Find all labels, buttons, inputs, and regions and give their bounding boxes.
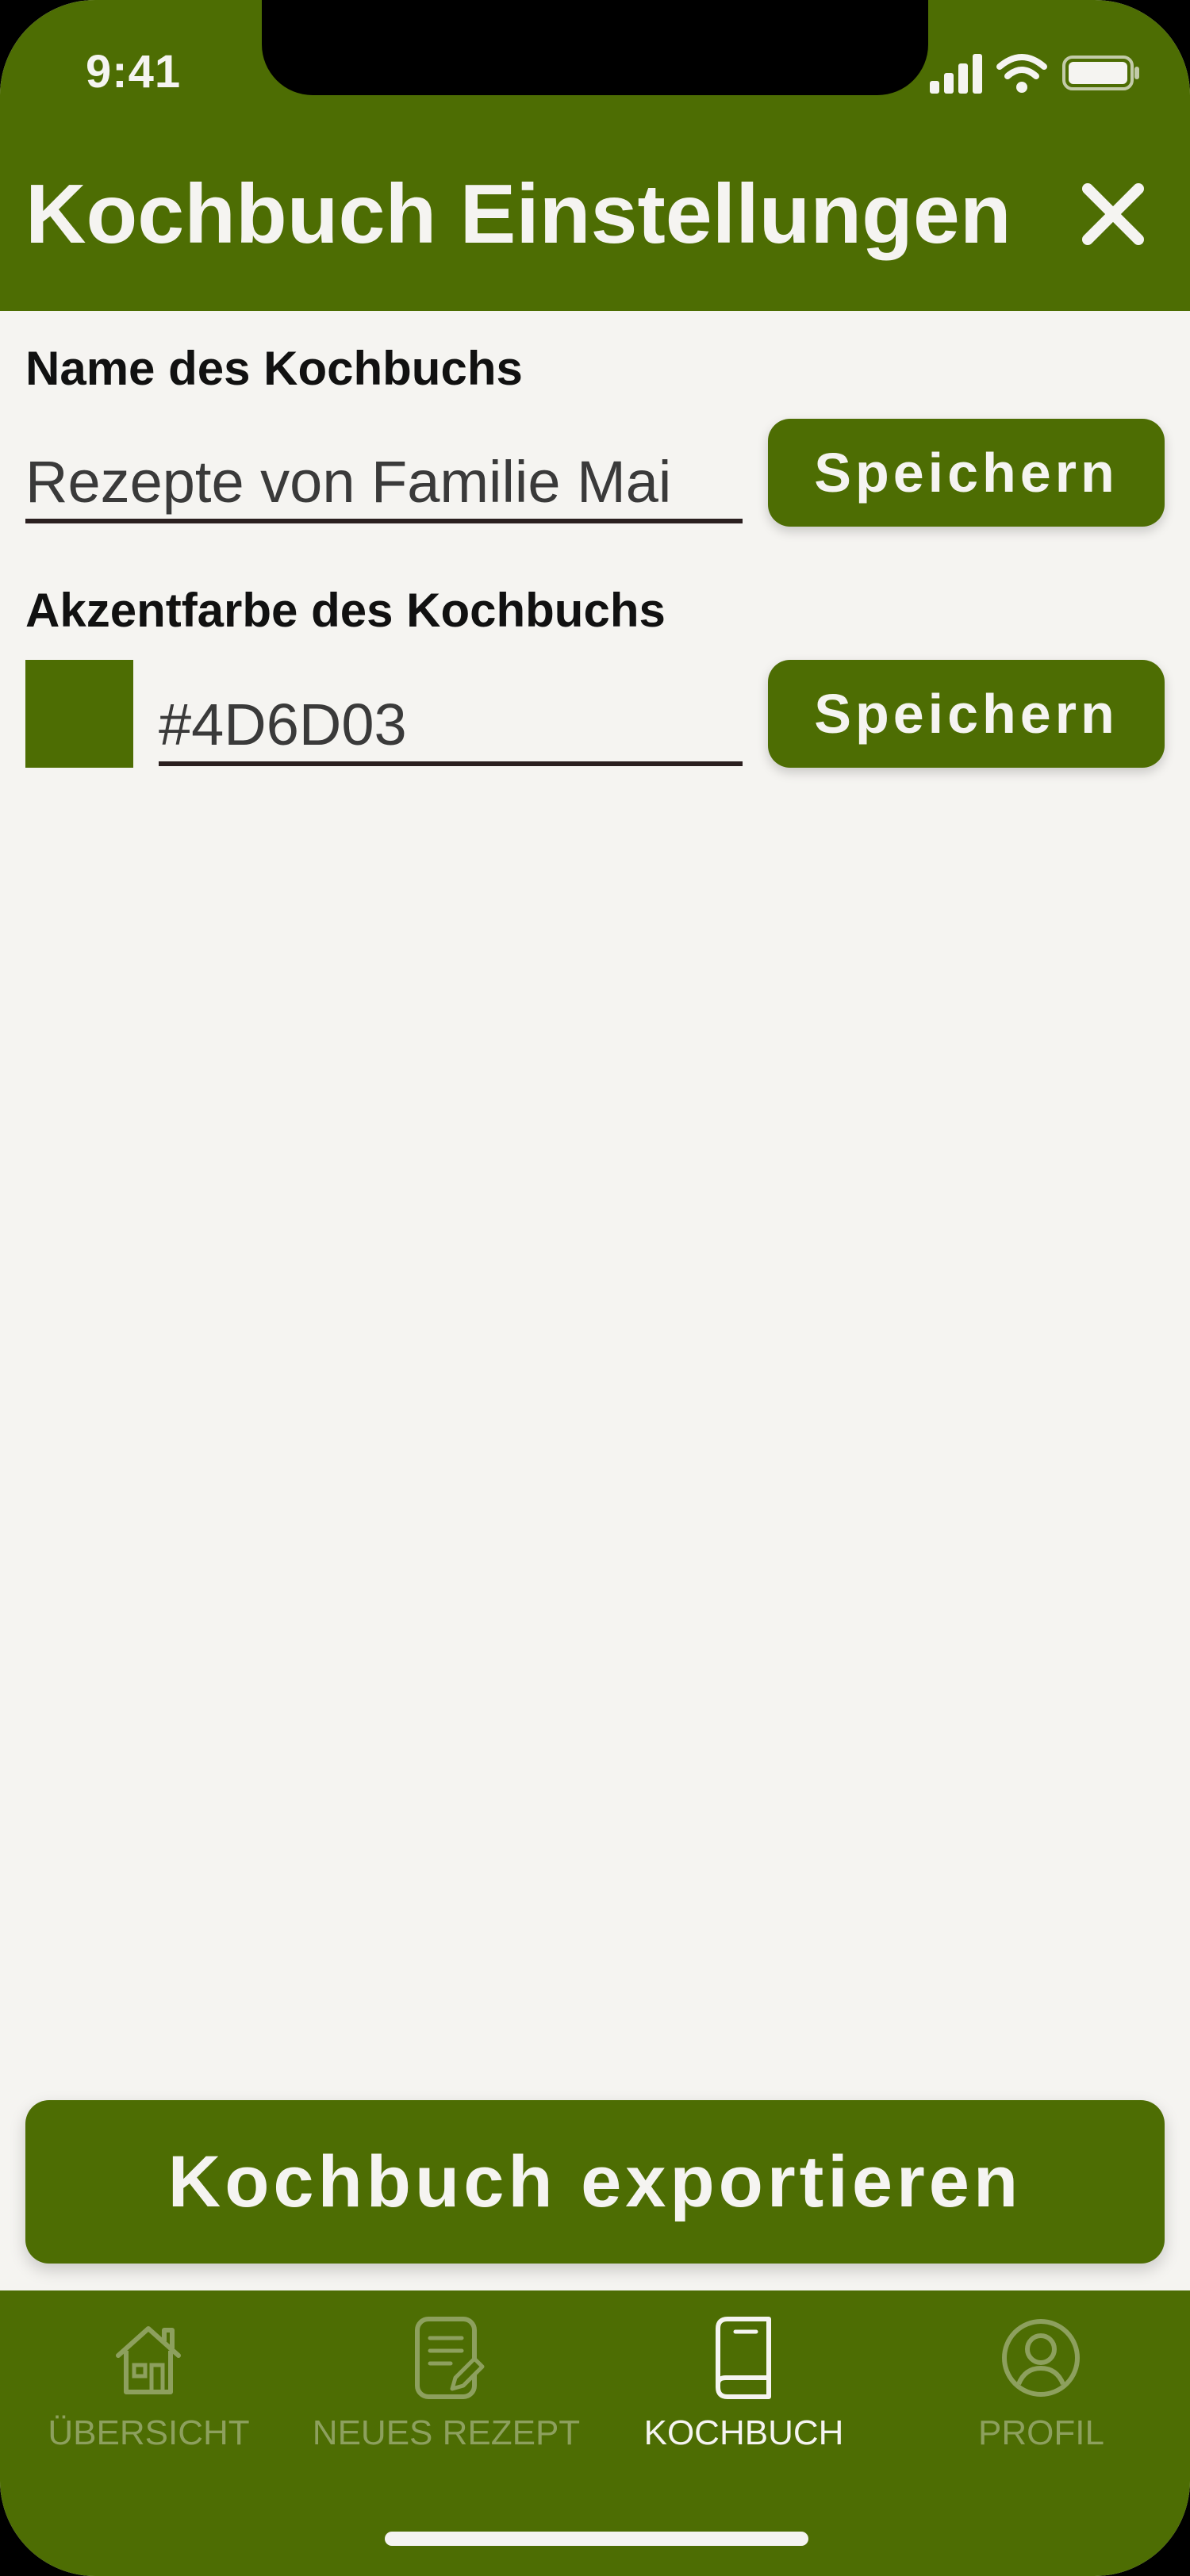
cookbook-name-label: Name des Kochbuchs bbox=[25, 342, 523, 395]
wifi-icon bbox=[996, 54, 1047, 93]
tab-kochbuch[interactable]: KOCHBUCH bbox=[595, 2290, 892, 2473]
close-icon bbox=[1082, 183, 1144, 245]
save-name-button[interactable]: Speichern bbox=[768, 419, 1165, 527]
tab-label: ÜBERSICHT bbox=[48, 2413, 250, 2452]
home-icon bbox=[116, 2326, 181, 2394]
tab-uebersicht[interactable]: ÜBERSICHT bbox=[0, 2290, 298, 2473]
tab-bar: ÜBERSICHT NEUES REZEPT KOCHBUCH PROFIL bbox=[0, 2290, 1190, 2576]
save-color-button[interactable]: Speichern bbox=[768, 660, 1165, 768]
tab-neues-rezept[interactable]: NEUES REZEPT bbox=[298, 2290, 595, 2473]
page-title: Kochbuch Einstellungen bbox=[25, 167, 1012, 261]
tab-label: KOCHBUCH bbox=[643, 2413, 844, 2452]
user-circle-icon bbox=[1002, 2319, 1080, 2397]
cellular-signal-icon bbox=[930, 54, 982, 94]
status-time: 9:41 bbox=[86, 46, 182, 98]
home-indicator[interactable] bbox=[385, 2532, 808, 2546]
close-button[interactable] bbox=[1075, 176, 1151, 252]
tab-profil[interactable]: PROFIL bbox=[892, 2290, 1190, 2473]
accent-color-input[interactable] bbox=[159, 687, 743, 766]
export-cookbook-button[interactable]: Kochbuch exportieren bbox=[25, 2100, 1165, 2264]
cookbook-name-input[interactable] bbox=[25, 444, 743, 523]
app-screen: 9:41 Kochbuch Einstellungen Name des Koc… bbox=[0, 0, 1190, 2576]
battery-icon bbox=[1062, 56, 1139, 90]
color-swatch[interactable] bbox=[25, 660, 133, 768]
device-notch bbox=[262, 0, 928, 95]
book-icon bbox=[716, 2317, 771, 2399]
status-icons bbox=[928, 51, 1150, 95]
tab-label: PROFIL bbox=[978, 2413, 1104, 2452]
header: 9:41 Kochbuch Einstellungen bbox=[0, 0, 1190, 311]
document-edit-icon bbox=[415, 2317, 485, 2399]
tab-label: NEUES REZEPT bbox=[312, 2413, 581, 2452]
accent-color-label: Akzentfarbe des Kochbuchs bbox=[25, 584, 666, 637]
